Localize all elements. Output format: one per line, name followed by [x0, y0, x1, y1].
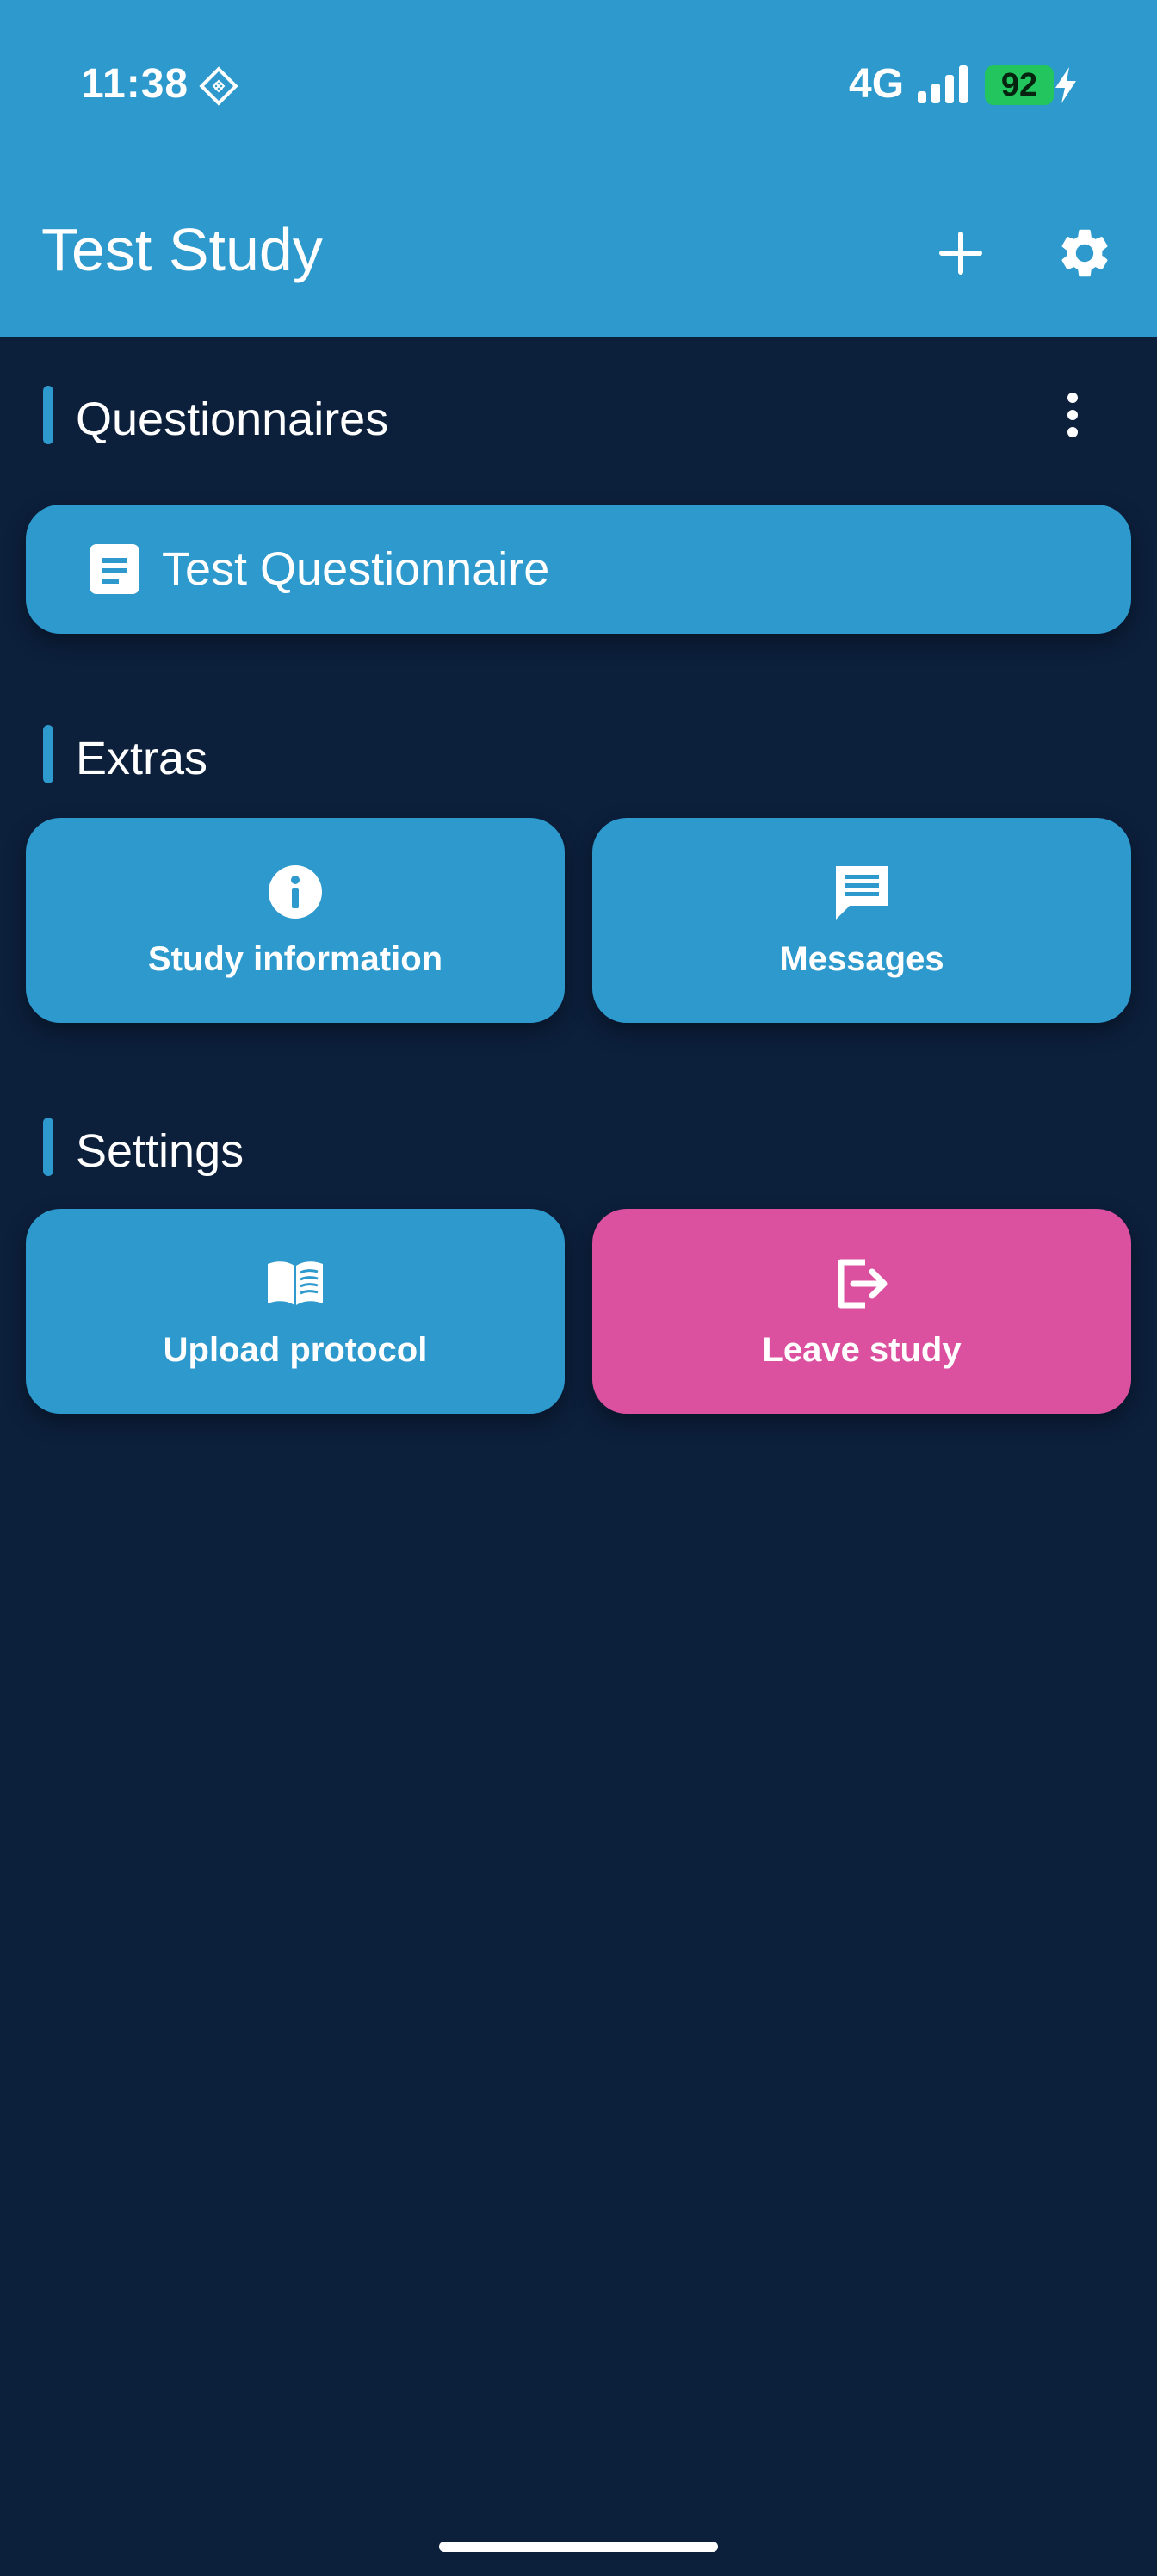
tile-label: Leave study [762, 1331, 962, 1369]
logout-icon [838, 1259, 888, 1309]
section-title: Settings [76, 1125, 244, 1177]
bolt-icon [1055, 67, 1076, 103]
tile-label: Messages [779, 940, 944, 978]
more-vertical-icon[interactable] [1055, 389, 1090, 441]
questionnaire-item[interactable]: Test Questionnaire [26, 505, 1131, 634]
network-type: 4G [849, 61, 905, 107]
home-indicator[interactable] [439, 2542, 718, 2552]
battery-indicator: 92 [985, 65, 1054, 105]
section-title: Questionnaires [76, 393, 389, 445]
upload-protocol-button[interactable]: Upload protocol [26, 1209, 565, 1414]
tile-label: Upload protocol [163, 1331, 428, 1369]
status-time: 11:38 [81, 61, 189, 107]
message-icon [836, 866, 888, 920]
section-accent-bar [43, 725, 53, 783]
section-accent-bar [43, 386, 53, 444]
signal-bars-icon [918, 65, 968, 103]
section-title: Extras [76, 733, 208, 784]
page-title: Test Study [41, 216, 323, 283]
book-icon [268, 1261, 323, 1305]
section-accent-bar [43, 1118, 53, 1176]
document-icon [90, 544, 139, 594]
leave-study-button[interactable]: Leave study [592, 1209, 1131, 1414]
messages-button[interactable]: Messages [592, 818, 1131, 1023]
questionnaire-label: Test Questionnaire [162, 543, 550, 595]
gear-icon[interactable] [1055, 224, 1114, 282]
study-information-button[interactable]: Study information [26, 818, 565, 1023]
plus-icon[interactable] [933, 226, 988, 281]
info-icon [269, 865, 322, 919]
sim-diamond-icon [199, 66, 238, 106]
tile-label: Study information [147, 940, 443, 978]
app-bar: 11:38 4G 92 Test Study [0, 0, 1157, 337]
